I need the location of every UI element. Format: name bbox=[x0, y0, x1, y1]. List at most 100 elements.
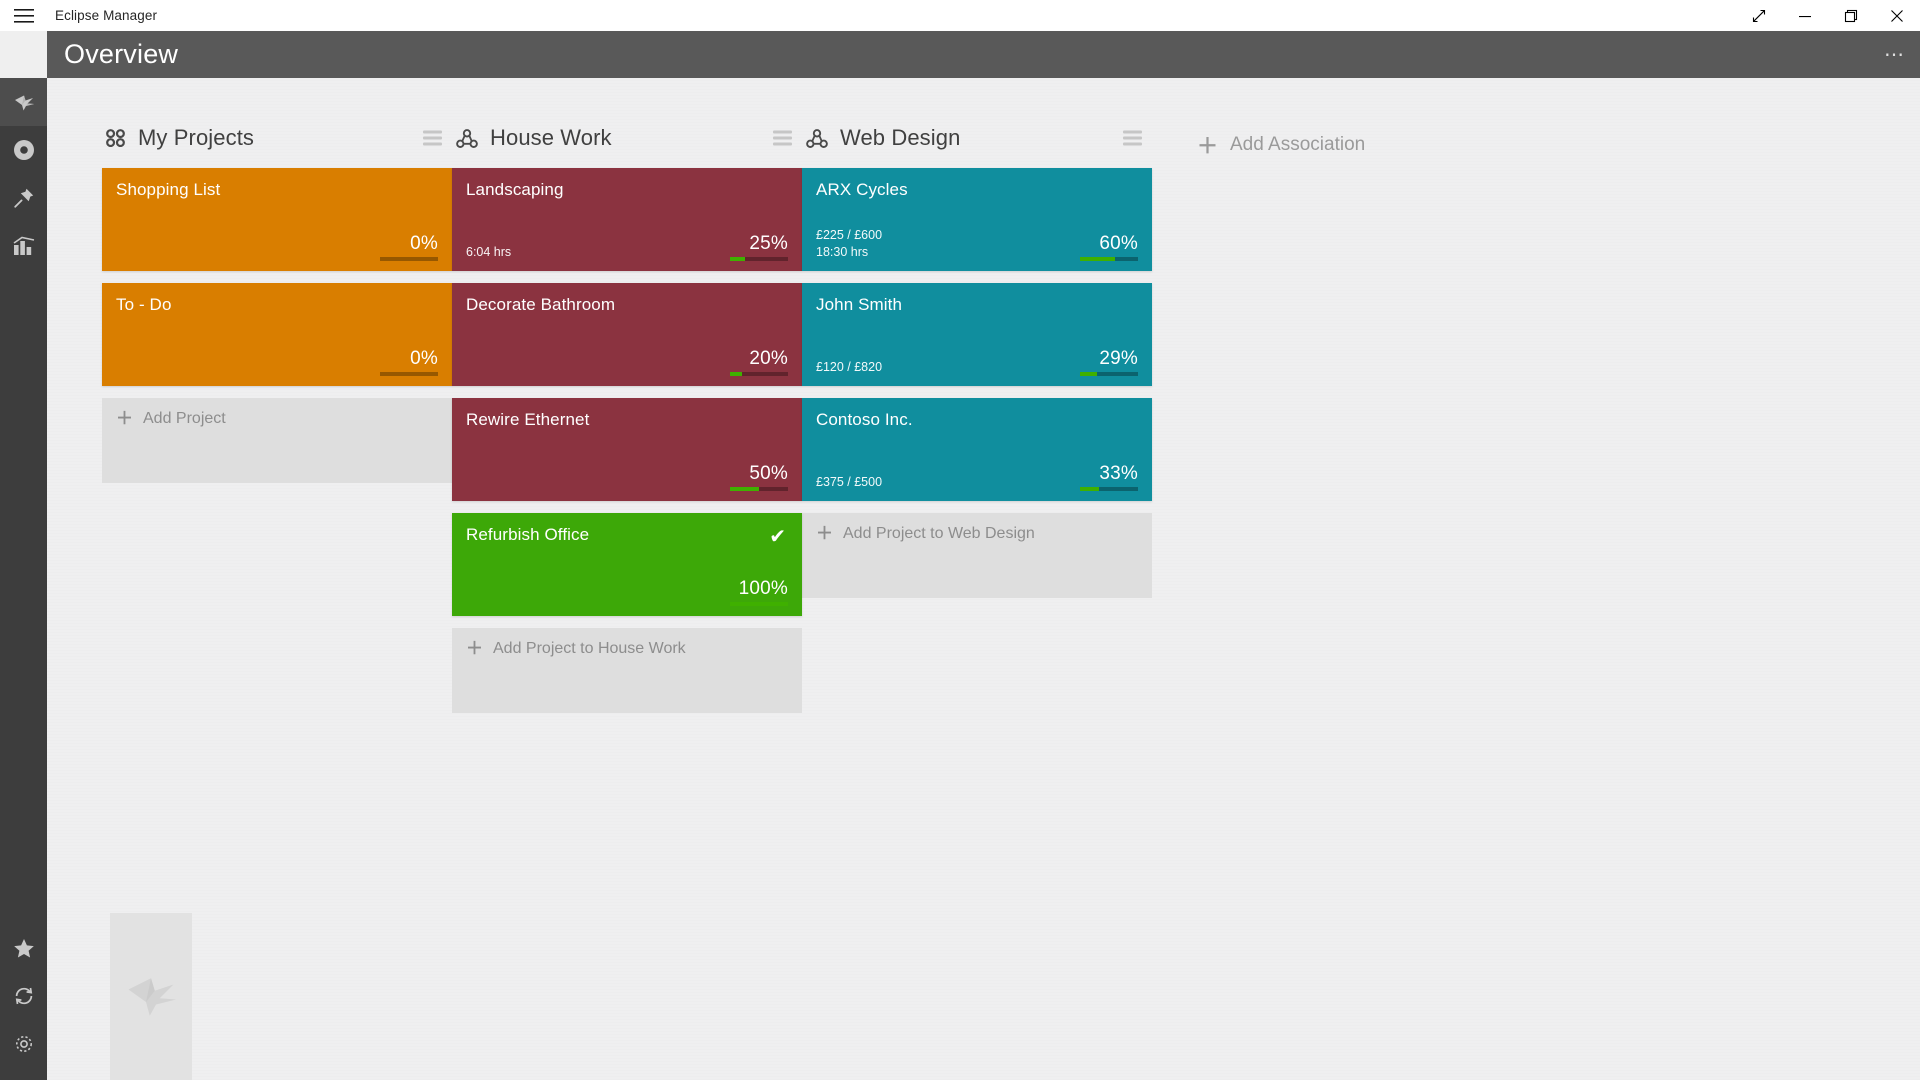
card-progress: 100% bbox=[728, 579, 788, 606]
sidebar-item-hummingbird[interactable] bbox=[0, 78, 47, 126]
title-bar: Eclipse Manager bbox=[0, 0, 1920, 31]
progress-fill bbox=[1080, 487, 1099, 491]
bar-chart-icon bbox=[13, 236, 35, 256]
column-title: Web Design bbox=[840, 125, 960, 151]
progress-fill bbox=[730, 602, 788, 606]
column-web-design: Web Design ARX Cycles£225 / £60018:30 hrs… bbox=[802, 120, 1152, 610]
card-meta-line: £225 / £600 bbox=[816, 227, 882, 244]
progress-fill bbox=[730, 487, 759, 491]
add-project-button-web-design[interactable]: ＋Add Project to Web Design bbox=[802, 513, 1152, 598]
hamburger-menu-button[interactable] bbox=[0, 0, 48, 31]
column-header-house-work: House Work bbox=[452, 120, 802, 156]
progress-bar bbox=[380, 257, 438, 261]
add-association-button[interactable]: ＋Add Association bbox=[1197, 130, 1365, 160]
add-project-button-house-work[interactable]: ＋Add Project to House Work bbox=[452, 628, 802, 713]
add-project-button-my-projects[interactable]: ＋ Add Project bbox=[102, 398, 452, 483]
card-meta-line: £120 / £820 bbox=[816, 359, 882, 376]
card-bottom: 100% bbox=[466, 579, 788, 606]
card-progress: 50% bbox=[728, 464, 788, 491]
progress-bar bbox=[1080, 487, 1138, 491]
sidebar-item-sync[interactable] bbox=[0, 972, 47, 1020]
list-menu-icon[interactable] bbox=[773, 131, 792, 146]
project-card[interactable]: Contoso Inc.£375 / £50033% bbox=[802, 398, 1152, 501]
close-button[interactable] bbox=[1874, 0, 1920, 31]
hummingbird-icon bbox=[12, 91, 36, 113]
card-progress: 0% bbox=[378, 349, 438, 376]
project-card[interactable]: John Smith £120 / £82029% bbox=[802, 283, 1152, 386]
app-title: Eclipse Manager bbox=[55, 8, 157, 23]
card-bottom: 20% bbox=[466, 349, 788, 376]
header-more-button[interactable]: ⋯ bbox=[1884, 50, 1906, 60]
project-card[interactable]: ARX Cycles£225 / £60018:30 hrs60% bbox=[802, 168, 1152, 271]
page-header: Overview ⋯ bbox=[47, 31, 1920, 78]
circle-record-icon bbox=[13, 139, 35, 161]
card-meta-line: £375 / £500 bbox=[816, 474, 882, 491]
project-card[interactable]: Shopping List0% bbox=[102, 168, 452, 271]
columns-container: My ProjectsShopping List0%To - Do0%＋Add … bbox=[47, 78, 1920, 725]
card-title: Decorate Bathroom bbox=[466, 295, 788, 315]
column-my-projects: My Projects Shopping List0% To - Do 0% ＋ Add … bbox=[102, 120, 452, 495]
list-menu-icon[interactable] bbox=[423, 131, 442, 146]
progress-fill bbox=[1080, 257, 1115, 261]
card-meta-line: 6:04 hrs bbox=[466, 244, 511, 261]
progress-bar bbox=[1080, 372, 1138, 376]
association-nodes-icon bbox=[456, 129, 478, 148]
card-percent-label: 100% bbox=[739, 579, 788, 598]
progress-track bbox=[380, 257, 438, 261]
plus-icon: ＋ bbox=[816, 525, 833, 543]
card-bottom: £225 / £60018:30 hrs60% bbox=[816, 227, 1138, 261]
progress-fill bbox=[1080, 372, 1097, 376]
gear-icon bbox=[13, 1033, 35, 1055]
card-percent-label: 25% bbox=[749, 234, 788, 253]
sidebar-top-group bbox=[0, 78, 47, 270]
sidebar-item-record[interactable] bbox=[0, 126, 47, 174]
list-menu-icon[interactable] bbox=[1123, 131, 1142, 146]
card-title: To - Do bbox=[116, 295, 438, 315]
project-card[interactable]: Rewire Ethernet50% bbox=[452, 398, 802, 501]
association-nodes-icon bbox=[806, 129, 828, 148]
sidebar-item-settings[interactable] bbox=[0, 1020, 47, 1068]
card-bottom: 6:04 hrs 25% bbox=[466, 234, 788, 261]
card-progress: 20% bbox=[728, 349, 788, 376]
add-project-label: Add Project bbox=[143, 410, 226, 428]
progress-fill bbox=[730, 257, 745, 261]
column-house-work: House Work Landscaping 6:04 hrs 25% Decorate… bbox=[452, 120, 802, 725]
window-controls bbox=[1736, 0, 1920, 31]
card-title: John Smith bbox=[816, 295, 1138, 315]
minimize-button[interactable] bbox=[1782, 0, 1828, 31]
main-content: My ProjectsShopping List0%To - Do0%＋Add … bbox=[47, 78, 1920, 1080]
card-percent-label: 0% bbox=[410, 234, 438, 253]
maximize-button[interactable] bbox=[1828, 0, 1874, 31]
sync-icon bbox=[13, 985, 35, 1007]
pin-icon bbox=[13, 187, 35, 209]
card-percent-label: 33% bbox=[1099, 464, 1138, 483]
project-card[interactable]: Decorate Bathroom 20% bbox=[452, 283, 802, 386]
card-bottom: £120 / £82029% bbox=[816, 349, 1138, 376]
add-association-label: Add Association bbox=[1230, 134, 1365, 156]
progress-bar bbox=[1080, 257, 1138, 261]
card-progress: 25% bbox=[728, 234, 788, 261]
sidebar-item-pin[interactable] bbox=[0, 174, 47, 222]
project-card[interactable]: Landscaping 6:04 hrs 25% bbox=[452, 168, 802, 271]
watermark-panel bbox=[110, 913, 192, 1080]
plus-icon: ＋ bbox=[116, 410, 133, 428]
card-percent-label: 50% bbox=[749, 464, 788, 483]
progress-bar bbox=[380, 372, 438, 376]
hamburger-icon bbox=[14, 9, 34, 23]
card-bottom: 50% bbox=[466, 464, 788, 491]
progress-bar bbox=[730, 487, 788, 491]
expand-button[interactable] bbox=[1736, 0, 1782, 31]
progress-bar bbox=[730, 257, 788, 261]
card-title: Landscaping bbox=[466, 180, 788, 200]
project-card[interactable]: Refurbish Office✔100% bbox=[452, 513, 802, 616]
card-meta: 6:04 hrs bbox=[466, 244, 511, 261]
progress-bar bbox=[730, 602, 788, 606]
project-card[interactable]: To - Do 0% bbox=[102, 283, 452, 386]
column-title: My Projects bbox=[138, 125, 254, 151]
close-icon bbox=[1890, 9, 1904, 23]
sidebar-item-reports[interactable] bbox=[0, 222, 47, 270]
add-project-label: Add Project to House Work bbox=[493, 640, 686, 658]
sidebar-item-favourites[interactable] bbox=[0, 924, 47, 972]
page-title: Overview bbox=[64, 39, 178, 70]
sidebar bbox=[0, 78, 47, 1080]
